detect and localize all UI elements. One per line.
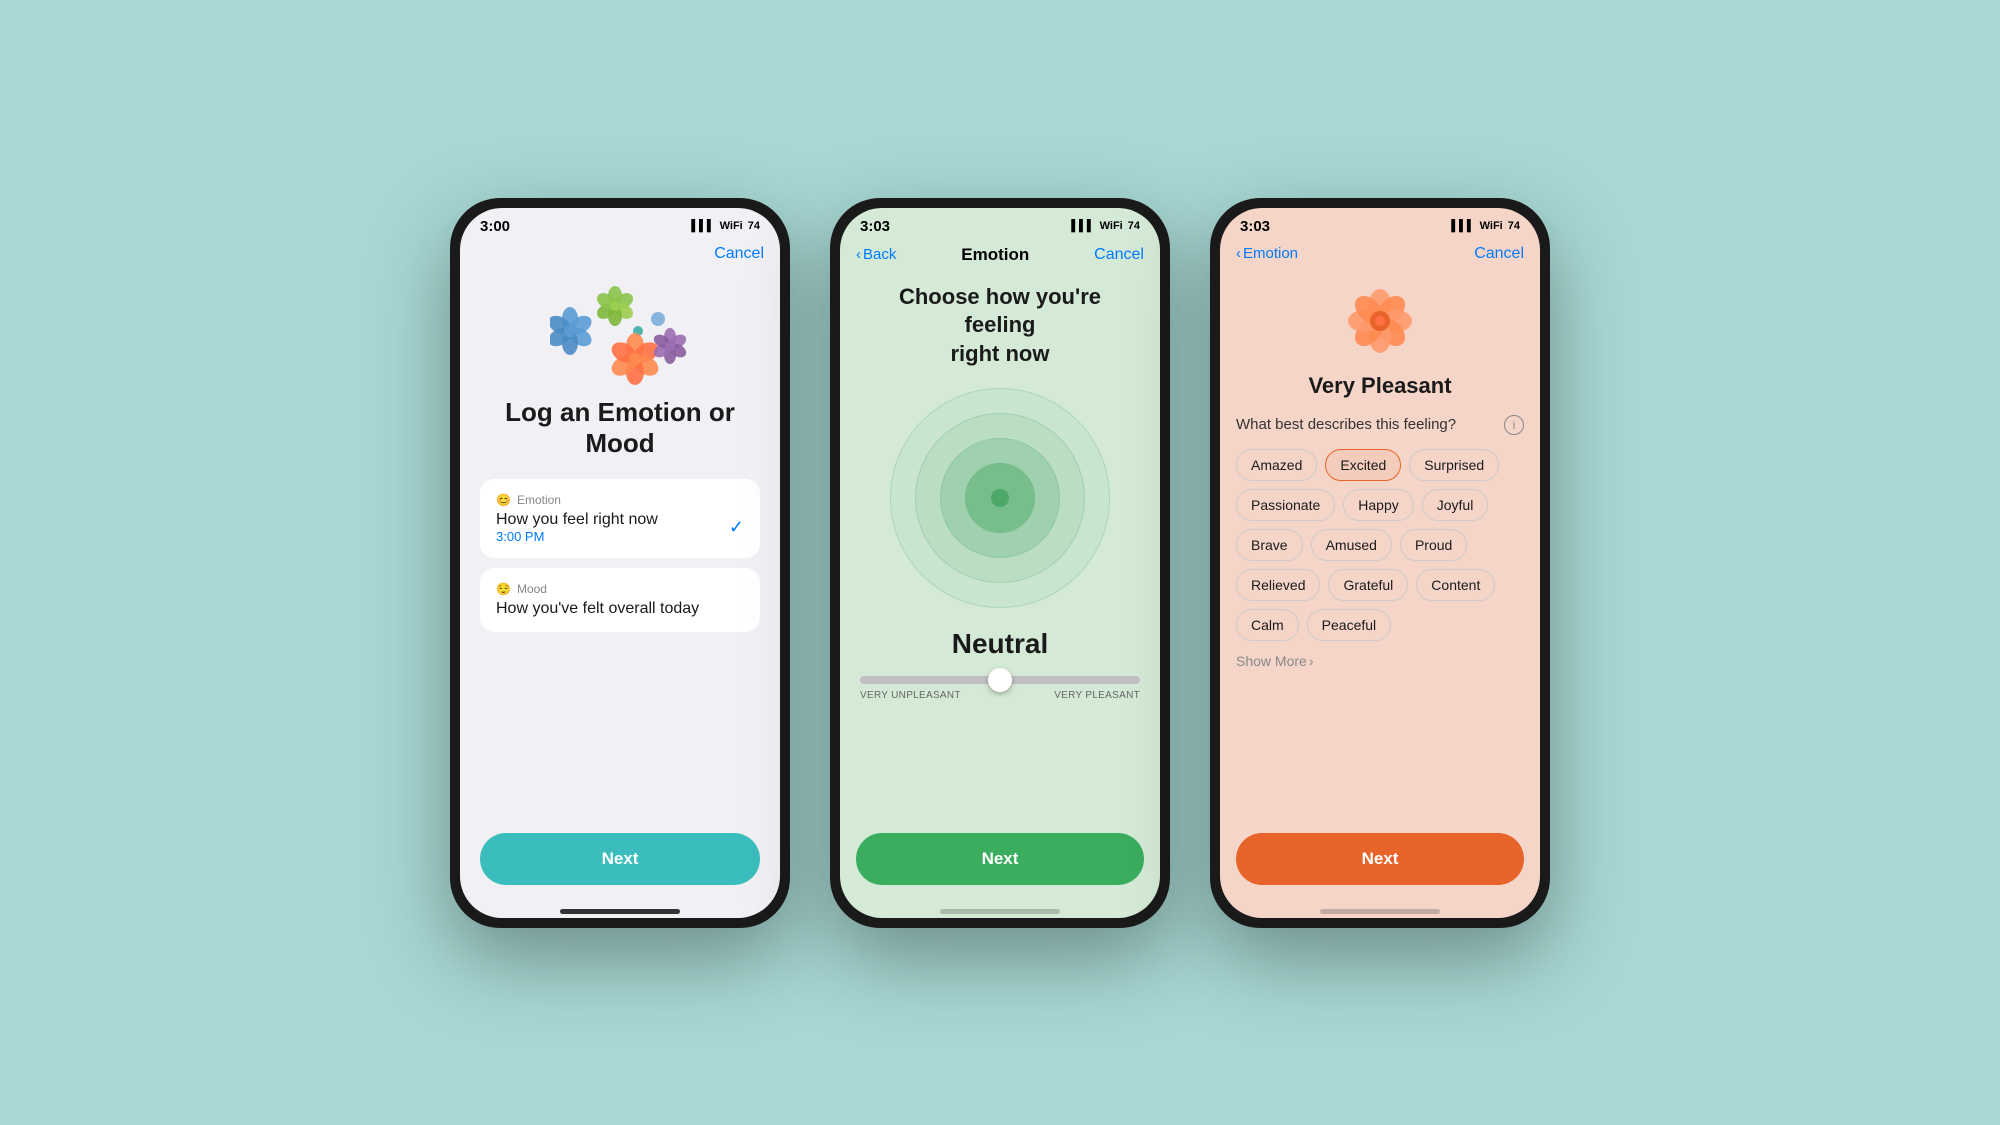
emotion-option-card[interactable]: 😊 Emotion How you feel right now 3:00 PM… [480, 479, 760, 558]
slider-max-label: VERY PLEASANT [1054, 690, 1140, 701]
show-more-btn[interactable]: Show More › [1236, 653, 1524, 669]
home-indicator-3 [1320, 909, 1440, 914]
signal-icon: ▌▌▌ [691, 220, 714, 232]
tag-content[interactable]: Content [1416, 569, 1495, 601]
emotion-info: How you feel right now 3:00 PM [496, 511, 658, 544]
tag-amused[interactable]: Amused [1311, 529, 1392, 561]
tag-excited[interactable]: Excited [1325, 449, 1401, 481]
tag-relieved[interactable]: Relieved [1236, 569, 1320, 601]
signal-icon-2: ▌▌▌ [1071, 220, 1094, 232]
slider-thumb[interactable] [988, 668, 1012, 692]
slider-min-label: VERY UNPLEASANT [860, 690, 961, 701]
flower-cluster [550, 281, 690, 381]
tag-surprised[interactable]: Surprised [1409, 449, 1499, 481]
home-indicator-2 [940, 909, 1060, 914]
status-time-2: 3:03 [860, 218, 890, 235]
emotion-time: 3:00 PM [496, 529, 658, 544]
phone2-content: Choose how you're feelingright now Neutr… [840, 273, 1160, 901]
pleasant-flower-icon [1340, 281, 1420, 361]
info-icon[interactable]: i [1504, 415, 1524, 435]
tag-proud[interactable]: Proud [1400, 529, 1467, 561]
signal-icon-3: ▌▌▌ [1451, 220, 1474, 232]
status-time-1: 3:00 [480, 218, 510, 235]
tag-brave[interactable]: Brave [1236, 529, 1303, 561]
nav-cancel-2[interactable]: Cancel [1094, 246, 1144, 264]
tag-peaceful[interactable]: Peaceful [1307, 609, 1391, 641]
mood-description: How you've felt overall today [496, 600, 744, 618]
feeling-question-text: What best describes this feeling? [1236, 416, 1456, 433]
battery-icon-2: 74 [1128, 220, 1140, 232]
emotion-circle[interactable] [890, 388, 1110, 608]
home-indicator-1 [560, 909, 680, 914]
phone3-content: Very Pleasant What best describes this f… [1220, 271, 1540, 901]
status-icons-1: ▌▌▌ WiFi 74 [691, 220, 760, 232]
tag-passionate[interactable]: Passionate [1236, 489, 1335, 521]
slider-container[interactable]: VERY UNPLEASANT VERY PLEASANT [856, 676, 1144, 701]
nav-bar-1: Cancel [460, 241, 780, 271]
nav-cancel-1[interactable]: Cancel [714, 245, 764, 263]
emotion-description: How you feel right now [496, 511, 658, 529]
tag-amazed[interactable]: Amazed [1236, 449, 1317, 481]
next-button-2[interactable]: Next [856, 833, 1144, 885]
main-title-1: Log an Emotion or Mood [480, 397, 760, 459]
nav-bar-2: ‹ Back Emotion Cancel [840, 241, 1160, 273]
emotion-icon: 😊 [496, 493, 511, 507]
screen-1: 3:00 ▌▌▌ WiFi 74 Cancel [460, 208, 780, 918]
phone-3: 3:03 ▌▌▌ WiFi 74 ‹ Emotion Cancel [1210, 198, 1550, 928]
status-icons-3: ▌▌▌ WiFi 74 [1451, 220, 1520, 232]
emotion-choose-title: Choose how you're feelingright now [840, 283, 1160, 369]
emotion-check: ✓ [729, 517, 744, 538]
emotion-row: How you feel right now 3:00 PM ✓ [496, 511, 744, 544]
status-icons-2: ▌▌▌ WiFi 74 [1071, 220, 1140, 232]
pleasant-flower-svg [1340, 281, 1420, 361]
chevron-left-icon-3: ‹ [1236, 245, 1241, 262]
status-bar-3: 3:03 ▌▌▌ WiFi 74 [1220, 208, 1540, 241]
battery-icon-3: 74 [1508, 220, 1520, 232]
phone-1: 3:00 ▌▌▌ WiFi 74 Cancel [450, 198, 790, 928]
chevron-right-icon: › [1309, 653, 1314, 669]
emotion-value: Neutral [952, 628, 1048, 660]
wifi-icon-3: WiFi [1480, 220, 1503, 232]
slider-track[interactable] [860, 676, 1140, 684]
pleasant-title: Very Pleasant [1236, 373, 1524, 399]
status-bar-2: 3:03 ▌▌▌ WiFi 74 [840, 208, 1160, 241]
wifi-icon: WiFi [720, 220, 743, 232]
next-button-1[interactable]: Next [480, 833, 760, 885]
nav-bar-3: ‹ Emotion Cancel [1220, 241, 1540, 271]
phone-2: 3:03 ▌▌▌ WiFi 74 ‹ Back Emotion Cancel C… [830, 198, 1170, 928]
wifi-icon-2: WiFi [1100, 220, 1123, 232]
nav-title-2: Emotion [961, 245, 1029, 265]
mood-icon: 😌 [496, 582, 511, 596]
feeling-question-row: What best describes this feeling? i [1236, 415, 1524, 435]
back-button-3[interactable]: ‹ Emotion [1236, 245, 1298, 262]
battery-icon: 74 [748, 220, 760, 232]
mood-option-card[interactable]: 😌 Mood How you've felt overall today [480, 568, 760, 632]
nav-cancel-3[interactable]: Cancel [1474, 245, 1524, 263]
screen-3: 3:03 ▌▌▌ WiFi 74 ‹ Emotion Cancel [1220, 208, 1540, 918]
back-button-2[interactable]: ‹ Back [856, 246, 896, 263]
status-time-3: 3:03 [1240, 218, 1270, 235]
mood-label: 😌 Mood [496, 582, 744, 596]
emotion-label: 😊 Emotion [496, 493, 744, 507]
next-button-3[interactable]: Next [1236, 833, 1524, 885]
screen-2: 3:03 ▌▌▌ WiFi 74 ‹ Back Emotion Cancel C… [840, 208, 1160, 918]
chevron-left-icon-2: ‹ [856, 246, 861, 263]
tag-grateful[interactable]: Grateful [1328, 569, 1408, 601]
status-bar-1: 3:00 ▌▌▌ WiFi 74 [460, 208, 780, 241]
phone1-content: Log an Emotion or Mood 😊 Emotion How you… [460, 271, 780, 901]
flowers-svg [550, 281, 710, 391]
tag-calm[interactable]: Calm [1236, 609, 1299, 641]
tag-happy[interactable]: Happy [1343, 489, 1413, 521]
tags-grid: Amazed Excited Surprised Passionate Happ… [1236, 449, 1524, 641]
tag-joyful[interactable]: Joyful [1422, 489, 1489, 521]
